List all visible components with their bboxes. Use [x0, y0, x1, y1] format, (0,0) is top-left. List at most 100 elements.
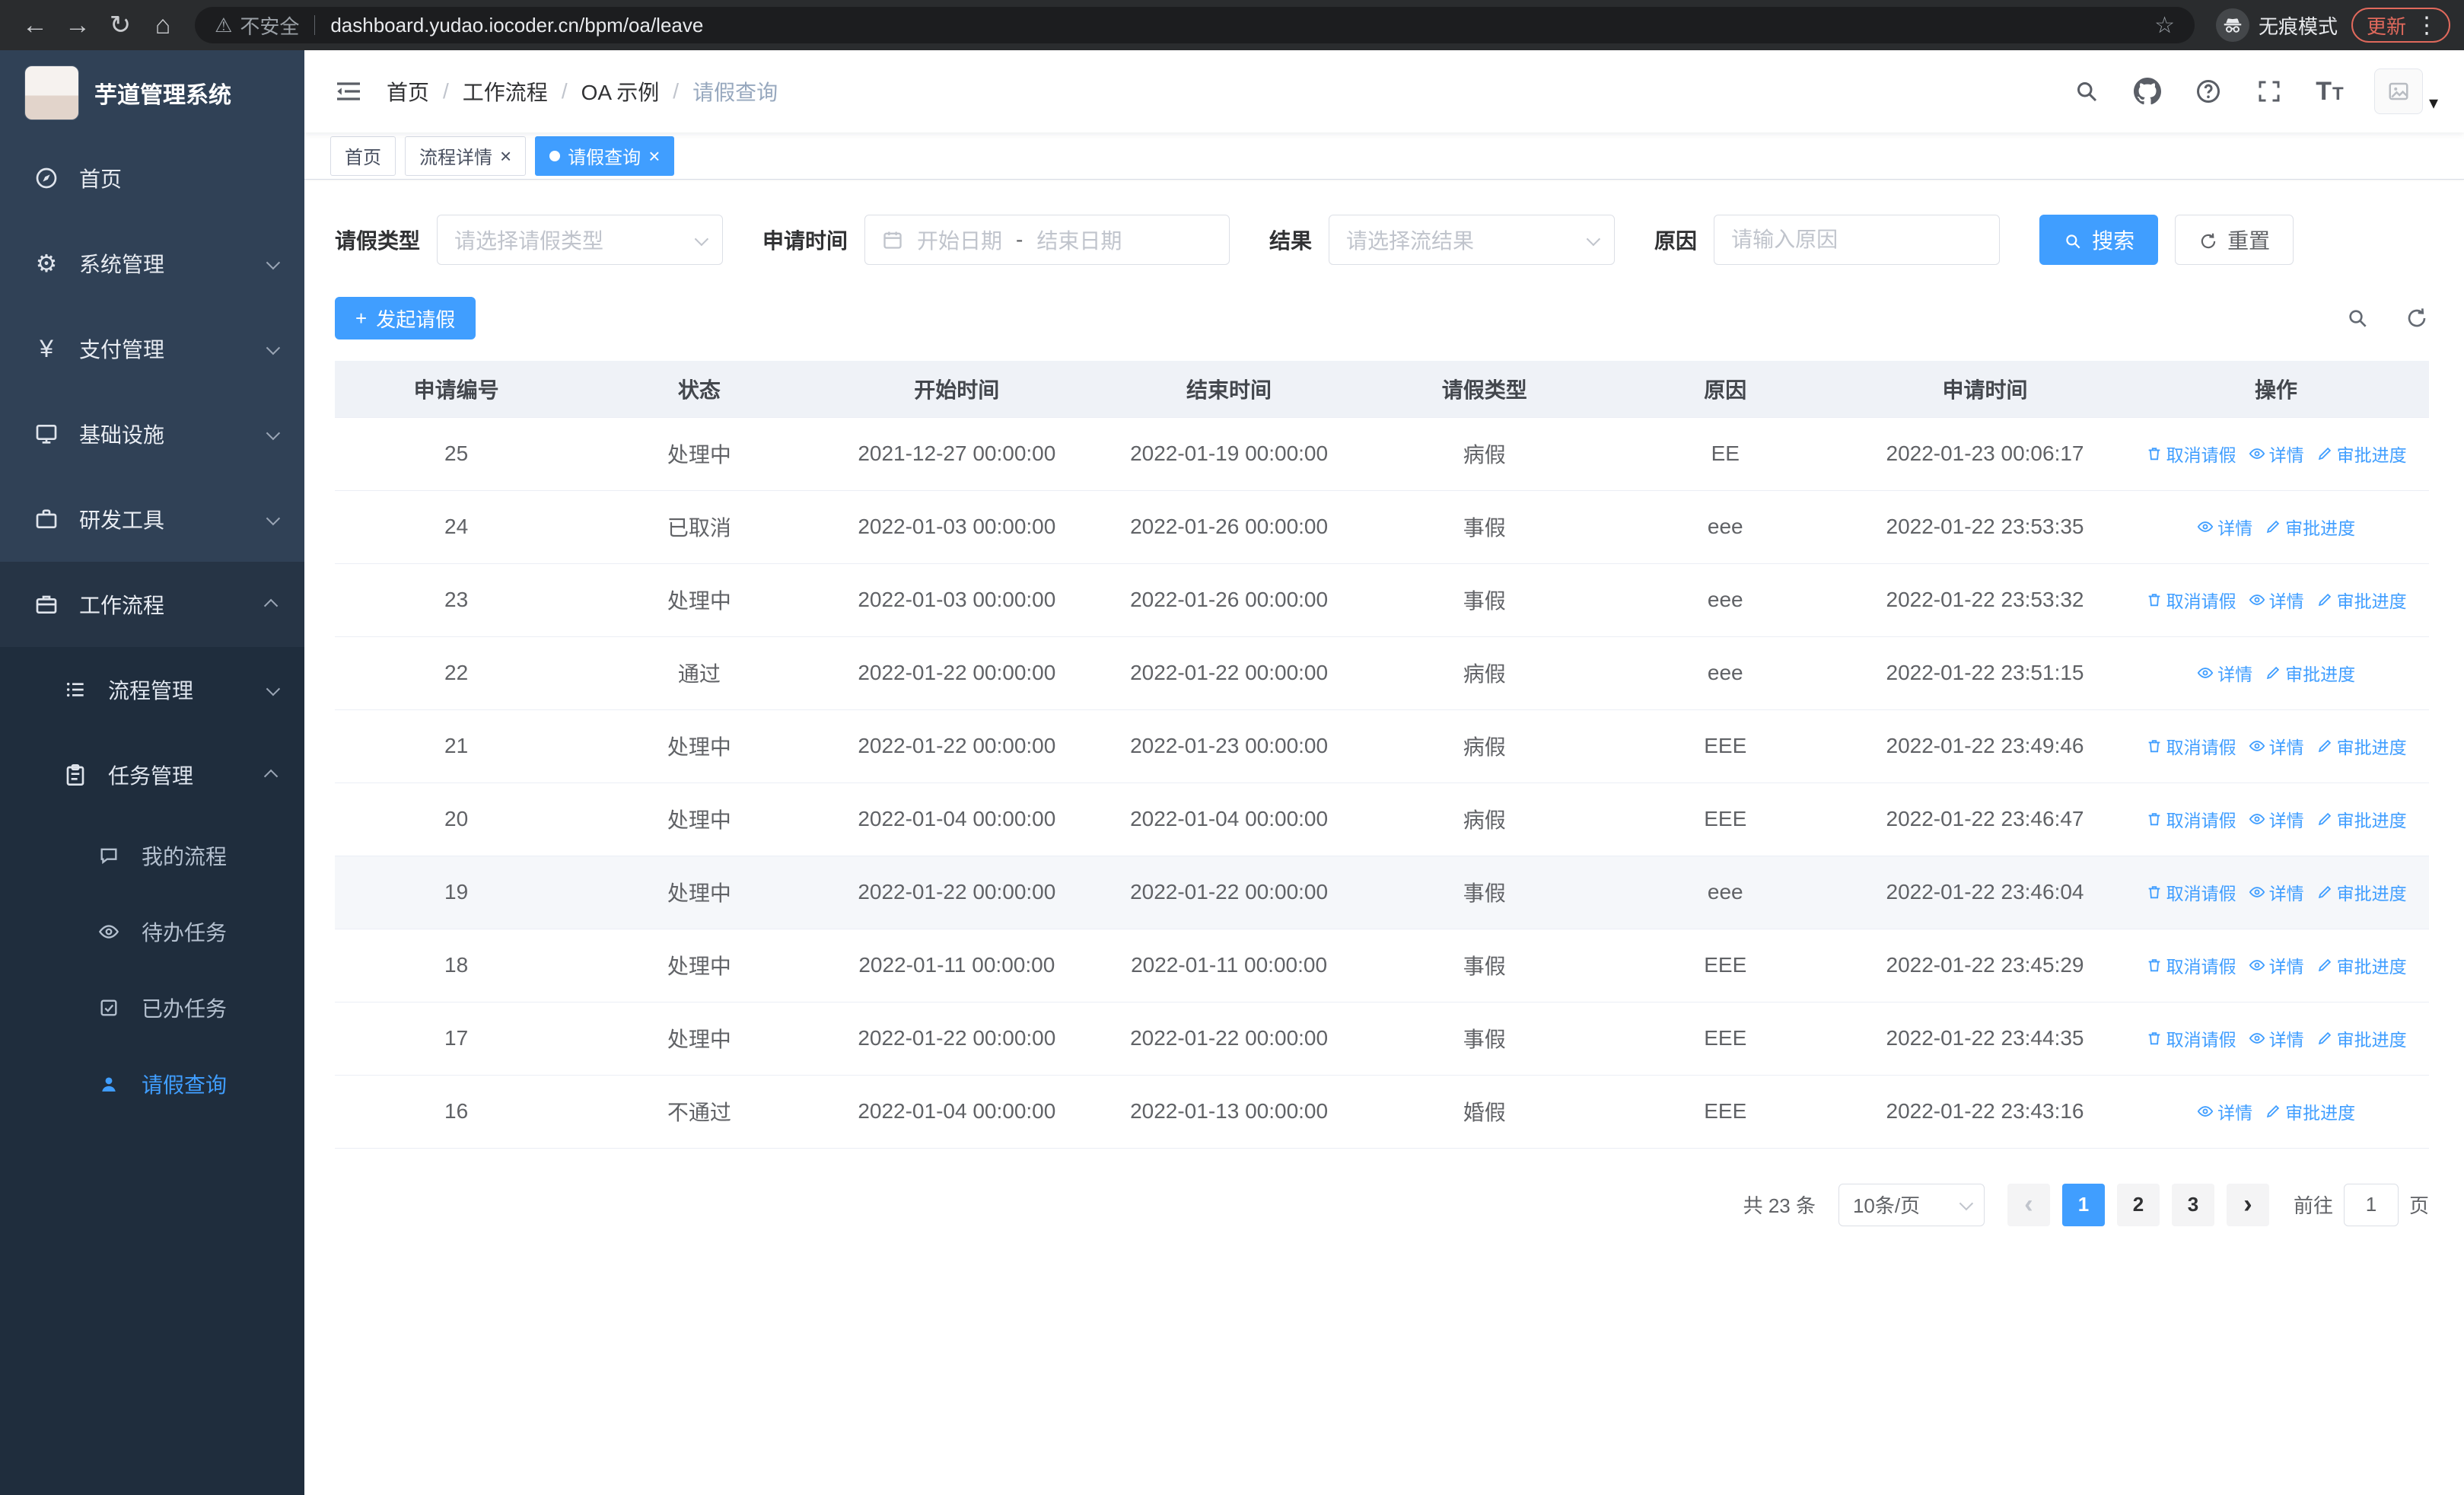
page-button-3[interactable]: 3: [2171, 1183, 2214, 1226]
user-menu[interactable]: ▾: [2373, 69, 2438, 114]
pen-icon: [2265, 518, 2281, 535]
page-button-1[interactable]: 1: [2061, 1183, 2105, 1226]
search-button[interactable]: 搜索: [2039, 215, 2159, 265]
goto-page-input[interactable]: [2343, 1183, 2399, 1226]
cell-apply-time: 2022-01-22 23:49:46: [1846, 709, 2124, 783]
cancel-leave-link[interactable]: 取消请假: [2146, 733, 2236, 759]
detail-link[interactable]: 详情: [2249, 952, 2304, 978]
detail-link[interactable]: 详情: [2249, 733, 2304, 759]
prev-page-button[interactable]: ‹: [2007, 1183, 2050, 1226]
table-row: 23 处理中 2022-01-03 00:00:00 2022-01-26 00…: [335, 563, 2429, 637]
approval-progress-link[interactable]: 审批进度: [2316, 1025, 2407, 1051]
active-tab-dot: [549, 150, 561, 161]
approval-progress-link[interactable]: 审批进度: [2316, 879, 2407, 905]
reset-button[interactable]: 重置: [2175, 215, 2294, 265]
browser-reload-button[interactable]: ↻: [99, 4, 142, 46]
detail-link[interactable]: 详情: [2249, 587, 2304, 613]
leave-type-select[interactable]: 请选择请假类型: [437, 215, 724, 265]
tags-view-bar: 首页 流程详情 × 请假查询 ×: [304, 132, 2464, 180]
sidebar-item-workflow[interactable]: 工作流程: [0, 562, 304, 647]
detail-link[interactable]: 详情: [2197, 660, 2252, 686]
cell-end-time: 2022-01-13 00:00:00: [1093, 1075, 1365, 1149]
sidebar-item-process-management[interactable]: 流程管理: [0, 647, 304, 732]
detail-link[interactable]: 详情: [2249, 806, 2304, 832]
browser-menu-icon[interactable]: ⋮: [2415, 12, 2438, 39]
cell-operations: 取消请假 详情 审批进度: [2123, 929, 2429, 1003]
user-icon: [93, 1073, 125, 1095]
fullscreen-icon[interactable]: [2252, 73, 2286, 110]
approval-progress-link[interactable]: 审批进度: [2316, 587, 2407, 613]
cancel-leave-link[interactable]: 取消请假: [2146, 441, 2236, 467]
approval-progress-link[interactable]: 审批进度: [2265, 514, 2355, 540]
approval-progress-link[interactable]: 审批进度: [2265, 1098, 2355, 1124]
page-button-2[interactable]: 2: [2116, 1183, 2160, 1226]
cell-status: 通过: [578, 636, 821, 710]
page-size-select[interactable]: 10条/页: [1838, 1183, 1985, 1226]
result-select[interactable]: 请选择流结果: [1329, 215, 1616, 265]
detail-link[interactable]: 详情: [2249, 879, 2304, 905]
sidebar-item-payment-management[interactable]: ¥ 支付管理: [0, 306, 304, 391]
search-toggle-icon[interactable]: [2345, 306, 2370, 330]
cancel-leave-link[interactable]: 取消请假: [2146, 1025, 2236, 1051]
apply-time-range-picker[interactable]: 开始日期 - 结束日期: [864, 215, 1230, 265]
browser-forward-button[interactable]: →: [56, 4, 99, 46]
cancel-leave-link[interactable]: 取消请假: [2146, 952, 2236, 978]
refresh-table-icon[interactable]: [2405, 306, 2429, 330]
font-size-icon[interactable]: TT: [2313, 73, 2347, 110]
detail-link[interactable]: 详情: [2249, 1025, 2304, 1051]
browser-update-button[interactable]: 更新 ⋮: [2351, 8, 2450, 43]
column-header: 状态: [578, 361, 821, 418]
detail-link[interactable]: 详情: [2197, 514, 2252, 540]
tab-home[interactable]: 首页: [330, 135, 396, 176]
search-icon[interactable]: [2070, 73, 2103, 110]
pen-icon: [2316, 957, 2333, 974]
close-icon[interactable]: ×: [648, 146, 660, 166]
bookmark-star-icon[interactable]: ☆: [2154, 12, 2175, 39]
help-icon[interactable]: [2192, 73, 2225, 110]
sidebar-item-system-management[interactable]: ⚙ 系统管理: [0, 221, 304, 306]
approval-progress-link[interactable]: 审批进度: [2316, 806, 2407, 832]
sidebar-item-leave-query[interactable]: 请假查询: [0, 1046, 304, 1122]
cell-apply-time: 2022-01-22 23:53:35: [1846, 490, 2124, 564]
approval-progress-link[interactable]: 审批进度: [2316, 441, 2407, 467]
avatar[interactable]: [2373, 69, 2423, 114]
cell-apply-time: 2022-01-22 23:46:04: [1846, 856, 2124, 929]
next-page-button[interactable]: ›: [2226, 1183, 2269, 1226]
tab-leave-query[interactable]: 请假查询 ×: [535, 135, 675, 176]
table-toolbar: + 发起请假: [335, 297, 2429, 339]
trash-icon: [2146, 884, 2163, 901]
tab-process-detail[interactable]: 流程详情 ×: [405, 135, 527, 176]
approval-progress-link[interactable]: 审批进度: [2316, 952, 2407, 978]
breadcrumb-item[interactable]: 工作流程: [463, 76, 548, 107]
sidebar-item-infrastructure[interactable]: 基础设施: [0, 391, 304, 477]
breadcrumb-item[interactable]: 首页: [387, 76, 429, 107]
detail-link[interactable]: 详情: [2197, 1098, 2252, 1124]
sidebar-item-dev-tools[interactable]: 研发工具: [0, 477, 304, 562]
breadcrumb-item[interactable]: OA 示例: [581, 76, 660, 107]
cancel-leave-link[interactable]: 取消请假: [2146, 587, 2236, 613]
gear-icon: ⚙: [35, 250, 58, 277]
cancel-leave-link[interactable]: 取消请假: [2146, 806, 2236, 832]
sidebar-item-task-management[interactable]: 任务管理: [0, 732, 304, 818]
cancel-leave-link[interactable]: 取消请假: [2146, 879, 2236, 905]
browser-back-button[interactable]: ←: [14, 4, 56, 46]
create-leave-button[interactable]: + 发起请假: [335, 297, 476, 339]
cell-reason: EEE: [1603, 783, 1847, 856]
reason-input[interactable]: [1731, 228, 1983, 252]
approval-progress-link[interactable]: 审批进度: [2265, 660, 2355, 686]
approval-progress-link[interactable]: 审批进度: [2316, 733, 2407, 759]
sidebar-item-my-processes[interactable]: 我的流程: [0, 818, 304, 894]
sidebar-item-label: 系统管理: [79, 253, 165, 276]
eye-icon: [2249, 445, 2265, 462]
sidebar-item-home[interactable]: 首页: [0, 135, 304, 221]
sidebar-item-pending-tasks[interactable]: 待办任务: [0, 894, 304, 970]
hamburger-icon[interactable]: [330, 73, 367, 110]
browser-home-button[interactable]: ⌂: [142, 4, 184, 46]
top-navbar: 首页 / 工作流程 / OA 示例 / 请假查询 TT ▾: [304, 50, 2464, 132]
sidebar-item-done-tasks[interactable]: 已办任务: [0, 970, 304, 1046]
detail-link[interactable]: 详情: [2249, 441, 2304, 467]
address-bar[interactable]: ⚠ 不安全 dashboard.yudao.iocoder.cn/bpm/oa/…: [195, 7, 2195, 43]
security-warning[interactable]: ⚠ 不安全: [215, 11, 299, 40]
github-icon[interactable]: [2131, 73, 2164, 110]
close-icon[interactable]: ×: [500, 146, 511, 166]
